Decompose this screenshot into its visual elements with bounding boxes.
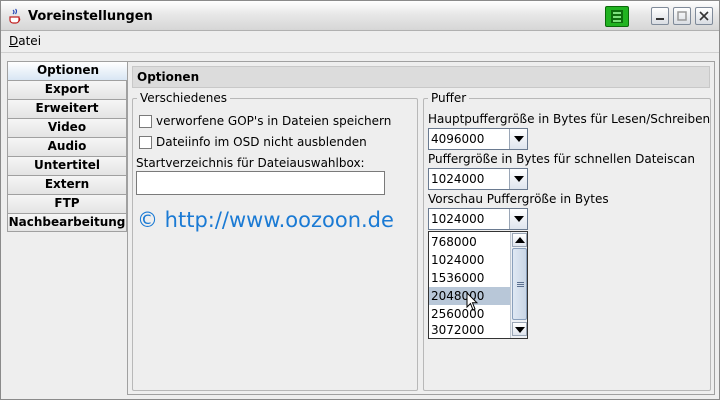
scan-buffer-dropdown-button[interactable] [509,169,527,189]
dropdown-option-3072000[interactable]: 3072000 [429,321,510,339]
tray-button[interactable] [605,6,629,27]
close-button[interactable] [695,7,713,25]
group-verschiedenes: Verschiedenes verworfene GOP's in Dateie… [132,91,418,391]
grip-line [517,286,524,287]
scroll-thumb[interactable] [512,248,527,320]
java-cup-icon [9,8,21,24]
startdir-input[interactable] [136,171,385,195]
tab-nachbearbeitung[interactable]: Nachbearbeitung [7,213,127,232]
dropdown-option-768000[interactable]: 768000 [429,233,510,251]
maximize-icon [677,11,687,21]
preview-buffer-value: 1024000 [431,212,485,226]
main-buffer-combo[interactable]: 4096000 [428,128,528,150]
chevron-down-icon [514,136,524,142]
checkbox-osd-row[interactable]: Dateiinfo im OSD nicht ausblenden [139,134,367,150]
scan-buffer-combo[interactable]: 1024000 [428,168,528,190]
dropdown-scrollbar[interactable] [510,232,527,338]
chevron-up-icon [515,237,525,243]
tab-video[interactable]: Video [7,118,127,137]
checkbox-gop[interactable] [139,114,152,128]
checkbox-osd[interactable] [139,135,152,149]
tab-optionen[interactable]: Optionen [7,61,128,80]
checkbox-gop-label: verworfene GOP's in Dateien speichern [156,114,392,128]
menu-bar: Datei [1,31,719,53]
minimize-icon [656,18,664,20]
chevron-down-icon [514,176,524,182]
tab-audio[interactable]: Audio [7,137,127,156]
printer-icon [611,10,623,23]
checkbox-osd-label: Dateiinfo im OSD nicht ausblenden [156,135,367,149]
window-title: Voreinstellungen [28,9,153,24]
preferences-window: Voreinstellungen Datei Optionen Export E… [0,0,720,400]
watermark-text: © http://www.oozoon.de [137,208,394,232]
menu-datei-mnemonic: D [9,34,19,48]
chevron-down-icon [514,216,524,222]
tab-ftp[interactable]: FTP [7,194,127,213]
panel-header: Optionen [132,66,710,88]
scan-buffer-value: 1024000 [431,172,485,186]
scroll-down-button[interactable] [512,322,527,336]
tab-extern[interactable]: Extern [7,175,127,194]
mouse-cursor-icon [466,292,478,311]
main-buffer-value: 4096000 [431,132,485,146]
grip-line [517,284,524,285]
checkbox-gop-row[interactable]: verworfene GOP's in Dateien speichern [139,113,391,129]
title-bar[interactable]: Voreinstellungen [1,1,719,31]
menu-datei[interactable]: Datei [9,34,41,48]
preview-buffer-dropdown-list[interactable]: 768000 1024000 1536000 2048000 2560000 3… [428,231,528,339]
dropdown-option-1024000[interactable]: 1024000 [429,251,510,269]
grip-line [517,282,524,283]
tab-strip: Optionen Export Erweitert Video Audio Un… [7,61,128,232]
startdir-label: Startverzeichnis für Dateiauswahlbox: [136,156,365,170]
group-puffer: Puffer Hauptpuffergröße in Bytes für Les… [423,91,711,391]
dropdown-option-1536000[interactable]: 1536000 [429,269,510,287]
close-icon [699,11,709,21]
scroll-up-button[interactable] [512,233,527,247]
minimize-button[interactable] [651,7,669,25]
main-buffer-dropdown-button[interactable] [509,129,527,149]
preview-buffer-label: Vorschau Puffergröße in Bytes [428,192,609,206]
tab-export[interactable]: Export [7,80,127,99]
menu-datei-label: atei [18,34,42,48]
chevron-down-icon [515,327,525,333]
scan-buffer-label: Puffergröße in Bytes für schnellen Datei… [428,152,695,166]
group-title-verschiedenes: Verschiedenes [137,91,231,105]
tab-erweitert[interactable]: Erweitert [7,99,127,118]
preview-buffer-combo[interactable]: 1024000 [428,208,528,230]
main-buffer-label: Hauptpuffergröße in Bytes für Lesen/Schr… [428,112,711,126]
preview-buffer-dropdown-button[interactable] [509,209,527,229]
group-title-puffer: Puffer [428,91,470,105]
tab-content-panel: Optionen Verschiedenes verworfene GOP's … [127,61,715,395]
maximize-button[interactable] [673,7,691,25]
tab-untertitel[interactable]: Untertitel [7,156,127,175]
